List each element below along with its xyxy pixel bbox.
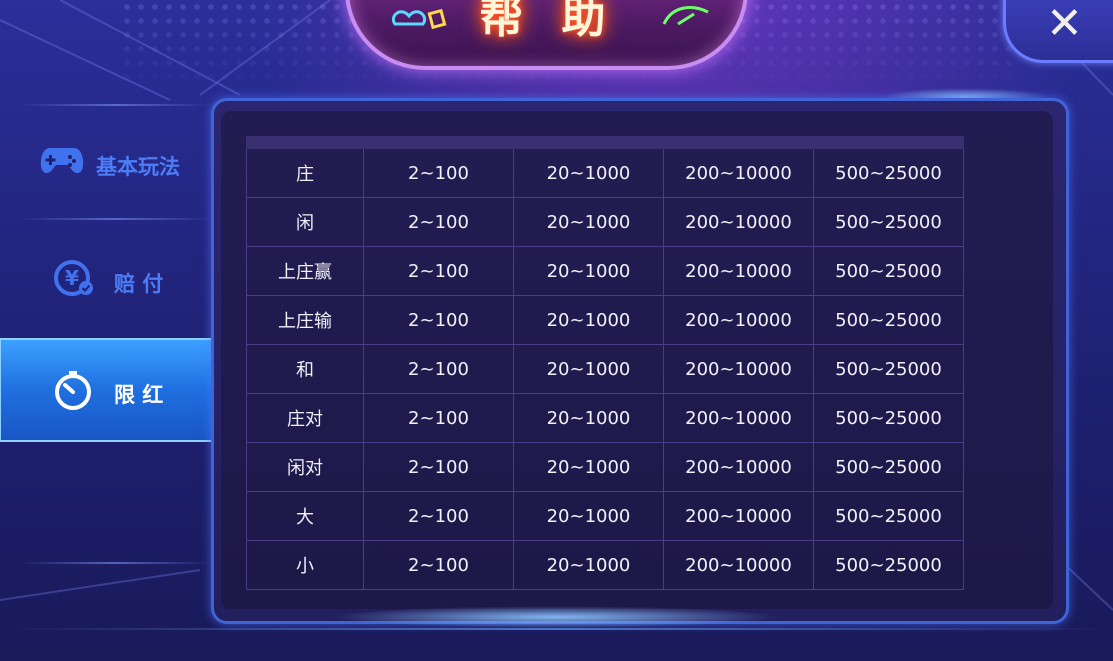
table-header-strip [246, 136, 964, 149]
limit-cell: 20~1000 [513, 344, 664, 394]
limit-cell: 20~1000 [513, 393, 664, 443]
limit-cell: 20~1000 [513, 540, 664, 590]
bet-type-cell: 庄对 [246, 393, 364, 443]
close-button[interactable]: ✕ [1003, 0, 1113, 63]
limit-cell: 500~25000 [813, 344, 964, 394]
sidebar-item-label: 限 红 [114, 383, 164, 407]
bottom-glow-line [0, 628, 1113, 630]
timer-icon [55, 371, 91, 410]
bet-type-cell: 小 [246, 540, 364, 590]
table-row: 和 2~100 20~1000 200~10000 500~25000 [246, 344, 964, 394]
sidebar: 基本玩法 ¥ 赔 付 限 红 [0, 100, 240, 570]
limit-cell: 500~25000 [813, 148, 964, 198]
limit-cell: 200~10000 [663, 148, 814, 198]
bet-type-cell: 上庄输 [246, 295, 364, 345]
sidebar-item-label: 赔 付 [114, 272, 164, 296]
table-row: 庄对 2~100 20~1000 200~10000 500~25000 [246, 393, 964, 443]
table-row: 闲 2~100 20~1000 200~10000 500~25000 [246, 197, 964, 247]
limit-cell: 2~100 [363, 344, 514, 394]
limit-cell: 500~25000 [813, 442, 964, 492]
limit-cell: 2~100 [363, 491, 514, 541]
bet-type-cell: 大 [246, 491, 364, 541]
limit-cell: 200~10000 [663, 246, 814, 296]
sidebar-item-basic-rules[interactable]: 基本玩法 [0, 114, 220, 214]
table-row: 上庄输 2~100 20~1000 200~10000 500~25000 [246, 295, 964, 345]
limit-cell: 2~100 [363, 393, 514, 443]
panel-glow [330, 606, 780, 628]
limit-cell: 20~1000 [513, 295, 664, 345]
limit-cell: 2~100 [363, 540, 514, 590]
limit-cell: 200~10000 [663, 197, 814, 247]
sidebar-divider [20, 218, 210, 220]
limit-cell: 20~1000 [513, 197, 664, 247]
table-row: 上庄赢 2~100 20~1000 200~10000 500~25000 [246, 246, 964, 296]
table-row: 庄 2~100 20~1000 200~10000 500~25000 [246, 148, 964, 198]
svg-text:¥: ¥ [65, 266, 79, 290]
bet-type-cell: 和 [246, 344, 364, 394]
limit-cell: 200~10000 [663, 344, 814, 394]
bet-limit-table: 庄 2~100 20~1000 200~10000 500~25000 闲 2~… [246, 136, 964, 590]
table-row: 大 2~100 20~1000 200~10000 500~25000 [246, 491, 964, 541]
limit-cell: 500~25000 [813, 540, 964, 590]
limit-cell: 2~100 [363, 246, 514, 296]
limit-cell: 200~10000 [663, 295, 814, 345]
limit-cell: 20~1000 [513, 148, 664, 198]
table-row: 闲对 2~100 20~1000 200~10000 500~25000 [246, 442, 964, 492]
bet-type-cell: 上庄赢 [246, 246, 364, 296]
sidebar-divider [20, 562, 210, 564]
limit-cell: 2~100 [363, 442, 514, 492]
limit-cell: 20~1000 [513, 491, 664, 541]
bet-type-cell: 闲对 [246, 442, 364, 492]
title-banner: 帮助 [345, 0, 748, 70]
limit-cell: 2~100 [363, 197, 514, 247]
bet-type-cell: 闲 [246, 197, 364, 247]
limit-cell: 200~10000 [663, 393, 814, 443]
limit-cell: 20~1000 [513, 246, 664, 296]
sidebar-item-label: 基本玩法 [96, 155, 180, 179]
sidebar-item-payout[interactable]: ¥ 赔 付 [0, 228, 220, 328]
limit-cell: 2~100 [363, 148, 514, 198]
table-row: 小 2~100 20~1000 200~10000 500~25000 [246, 540, 964, 590]
limit-cell: 500~25000 [813, 295, 964, 345]
limit-cell: 500~25000 [813, 393, 964, 443]
limit-cell: 500~25000 [813, 491, 964, 541]
sidebar-item-bet-limits[interactable]: 限 红 [0, 337, 238, 443]
gamepad-icon [40, 148, 84, 174]
bet-type-cell: 庄 [246, 148, 364, 198]
chip-neon-icon [662, 6, 709, 26]
close-icon: ✕ [1046, 0, 1083, 49]
sidebar-divider [20, 104, 210, 106]
limit-cell: 2~100 [363, 295, 514, 345]
yen-coin-icon: ¥ [54, 260, 93, 296]
limit-cell: 200~10000 [663, 442, 814, 492]
limit-cell: 20~1000 [513, 442, 664, 492]
limit-cell: 200~10000 [663, 540, 814, 590]
limit-cell: 200~10000 [663, 491, 814, 541]
limit-cell: 500~25000 [813, 246, 964, 296]
limit-cell: 500~25000 [813, 197, 964, 247]
